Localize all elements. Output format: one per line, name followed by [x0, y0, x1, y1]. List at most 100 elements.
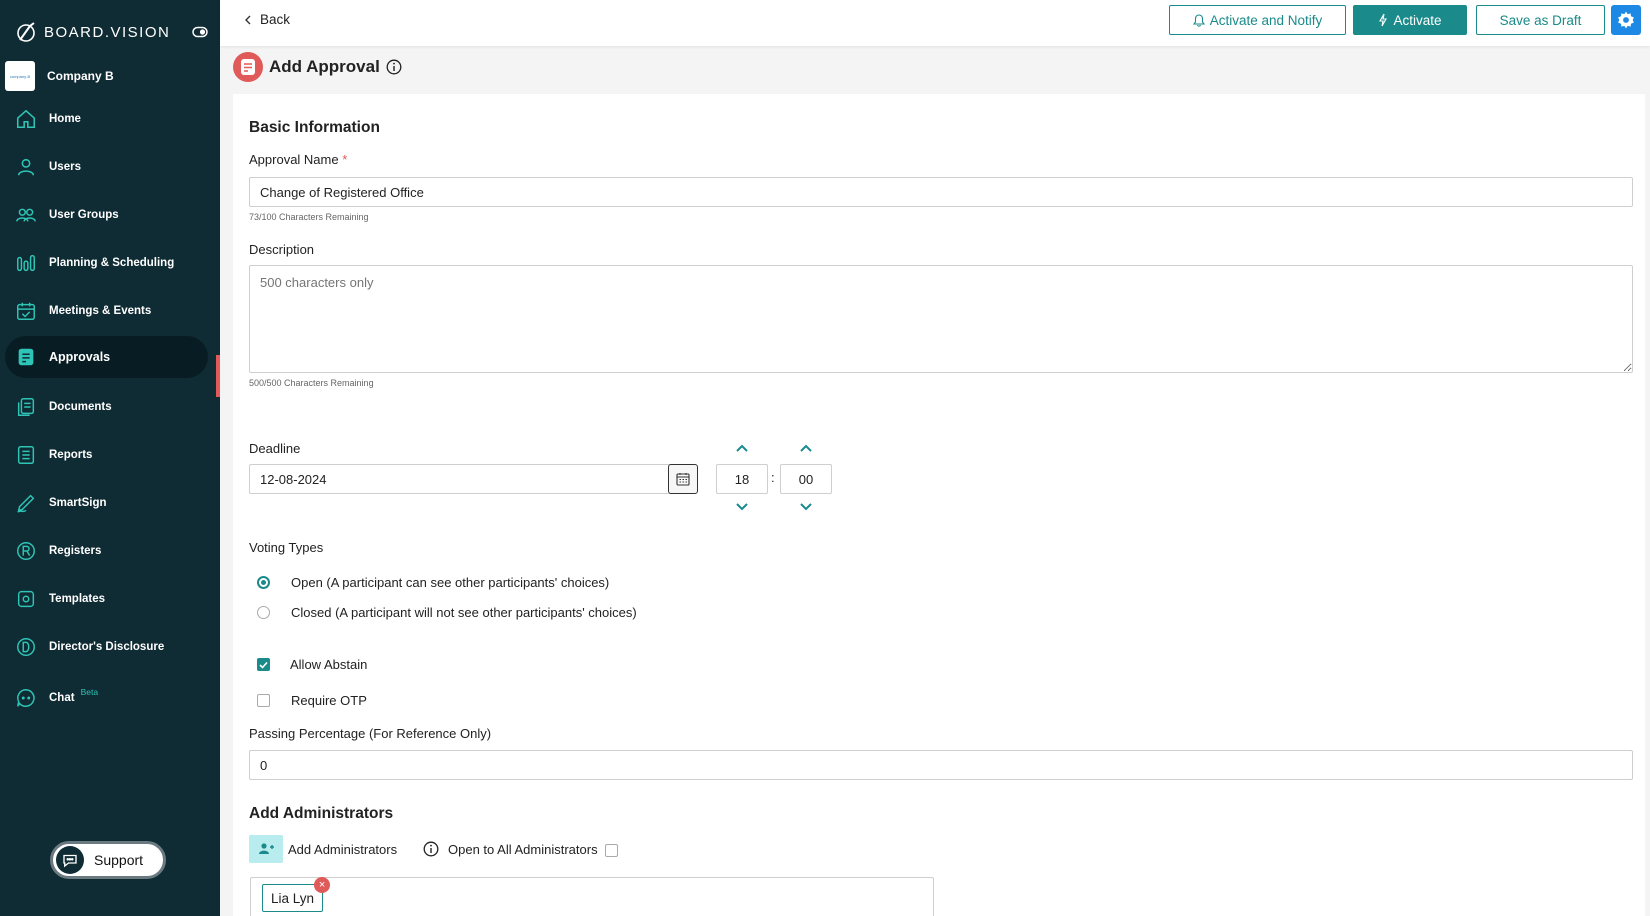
time-separator: :: [771, 470, 775, 485]
approval-name-label-text: Approval Name: [249, 152, 339, 167]
sidebar-item-label: Registers: [49, 545, 102, 557]
allow-abstain-checkbox[interactable]: [257, 658, 270, 671]
support-button[interactable]: Support: [50, 841, 166, 879]
planning-icon: [17, 254, 35, 272]
approval-name-label: Approval Name *: [249, 152, 347, 167]
description-label: Description: [249, 242, 315, 257]
calendar-icon: [676, 473, 690, 486]
brand-name: BOARD.VISION: [44, 23, 171, 41]
passing-percentage-input[interactable]: 0: [249, 750, 1633, 780]
approval-name-input[interactable]: Change of Registered Office: [249, 177, 1633, 207]
sidebar-item-user-groups[interactable]: User Groups: [5, 194, 208, 236]
user-groups-icon: [16, 208, 36, 222]
sidebar-item-label: Chat: [49, 692, 75, 704]
sidebar-item-label: Documents: [49, 401, 112, 413]
require-otp-checkbox[interactable]: [257, 694, 270, 707]
approvals-icon: [18, 348, 34, 366]
active-indicator: [216, 355, 220, 397]
sidebar-item-label: User Groups: [49, 209, 119, 221]
approval-name-hint: 73/100 Characters Remaining: [249, 212, 369, 222]
page-header: Add Approval: [233, 52, 402, 82]
company-switcher[interactable]: company-B Company B: [5, 61, 114, 91]
settings-button[interactable]: [1611, 5, 1641, 35]
minute-input[interactable]: 00: [780, 464, 832, 494]
sidebar-item-label: Approvals: [49, 350, 111, 364]
reports-icon: [17, 446, 35, 464]
info-icon[interactable]: [386, 59, 402, 75]
sidebar-item-users[interactable]: Users: [5, 146, 208, 188]
sidebar-item-label: SmartSign: [49, 497, 107, 509]
chevron-left-icon: [245, 15, 251, 24]
sidebar-item-home[interactable]: Home: [5, 98, 208, 140]
calendar-icon: [17, 302, 35, 320]
voting-closed-label: Closed (A participant will not see other…: [291, 605, 637, 620]
save-as-draft-button[interactable]: Save as Draft: [1476, 5, 1605, 35]
sidebar-item-label: Planning & Scheduling: [49, 257, 175, 269]
description-textarea[interactable]: [249, 265, 1633, 373]
sidebar-item-label: Templates: [49, 593, 106, 605]
description-hint: 500/500 Characters Remaining: [249, 378, 374, 388]
registers-icon: [17, 542, 35, 560]
voting-closed-radio[interactable]: [257, 606, 270, 619]
sidebar-item-label: Meetings & Events: [49, 305, 152, 317]
back-link[interactable]: Back: [244, 12, 290, 27]
sidebar-item-templates[interactable]: Templates: [5, 578, 208, 620]
user-icon: [17, 158, 35, 176]
admin-chip-name: Lia Lyn: [271, 890, 315, 906]
approval-form: Basic Information Approval Name * Change…: [233, 94, 1645, 916]
deadline-date-input[interactable]: 12-08-2024: [249, 464, 679, 494]
remove-admin-icon[interactable]: ×: [314, 877, 331, 893]
sidebar-item-label: Users: [49, 161, 81, 173]
save-as-draft-label: Save as Draft: [1499, 12, 1582, 28]
sidebar-item-label: Home: [49, 113, 81, 125]
disclosure-icon: [17, 638, 35, 656]
add-administrators-label[interactable]: Add Administrators: [288, 842, 397, 857]
admins-section-title: Add Administrators: [249, 805, 394, 822]
back-label: Back: [260, 12, 291, 27]
gear-icon: [1618, 11, 1634, 29]
hour-input[interactable]: 18: [716, 464, 768, 494]
sidebar-item-reports[interactable]: Reports: [5, 434, 208, 476]
brand-logo[interactable]: BOARD.VISION: [14, 20, 170, 44]
require-otp-label: Require OTP: [291, 693, 367, 708]
activate-button[interactable]: Activate: [1353, 5, 1467, 35]
activate-and-notify-button[interactable]: Activate and Notify: [1169, 5, 1346, 35]
open-to-all-admins-checkbox[interactable]: [605, 844, 618, 857]
admin-chip[interactable]: Lia Lyn ×: [262, 877, 331, 912]
sidebar-item-approvals[interactable]: Approvals: [5, 336, 208, 378]
add-administrators-button[interactable]: [249, 835, 283, 863]
sidebar-item-registers[interactable]: Registers: [5, 530, 208, 572]
support-label: Support: [94, 852, 144, 868]
add-user-icon: [259, 843, 274, 854]
sidebar-toggle-icon[interactable]: [192, 26, 208, 38]
voting-open-label: Open (A participant can see other partic…: [291, 575, 610, 590]
deadline-label: Deadline: [249, 441, 301, 456]
templates-icon: [17, 590, 35, 608]
home-icon: [16, 109, 36, 129]
activate-and-notify-label: Activate and Notify: [1209, 12, 1323, 28]
sidebar-item-disclosure[interactable]: Director's Disclosure: [5, 626, 208, 668]
sidebar-item-label: Reports: [49, 449, 93, 461]
minute-increment-icon[interactable]: [798, 442, 814, 454]
beta-badge: Beta: [80, 687, 99, 697]
info-icon[interactable]: [423, 841, 439, 857]
checkmark-icon: [259, 661, 268, 669]
sidebar-item-smartsign[interactable]: SmartSign: [5, 482, 208, 524]
hour-increment-icon[interactable]: [734, 442, 750, 454]
sidebar-item-planning[interactable]: Planning & Scheduling: [5, 242, 208, 284]
sidebar-item-documents[interactable]: Documents: [5, 386, 208, 428]
hour-decrement-icon[interactable]: [734, 501, 750, 513]
lightning-icon: [1379, 13, 1388, 27]
passing-percentage-label: Passing Percentage (For Reference Only): [249, 726, 492, 741]
calendar-button[interactable]: [668, 464, 698, 494]
company-logo-text: company-B: [9, 73, 31, 79]
voting-types-label: Voting Types: [249, 540, 324, 555]
bell-icon: [1192, 13, 1205, 27]
minute-decrement-icon[interactable]: [798, 501, 814, 513]
sidebar-item-meetings[interactable]: Meetings & Events: [5, 290, 208, 332]
company-logo: company-B: [5, 61, 35, 91]
chat-icon: [17, 689, 35, 707]
activate-label: Activate: [1393, 12, 1442, 28]
sidebar-item-chat[interactable]: Chat Beta: [5, 677, 208, 719]
voting-open-radio[interactable]: [257, 576, 270, 589]
